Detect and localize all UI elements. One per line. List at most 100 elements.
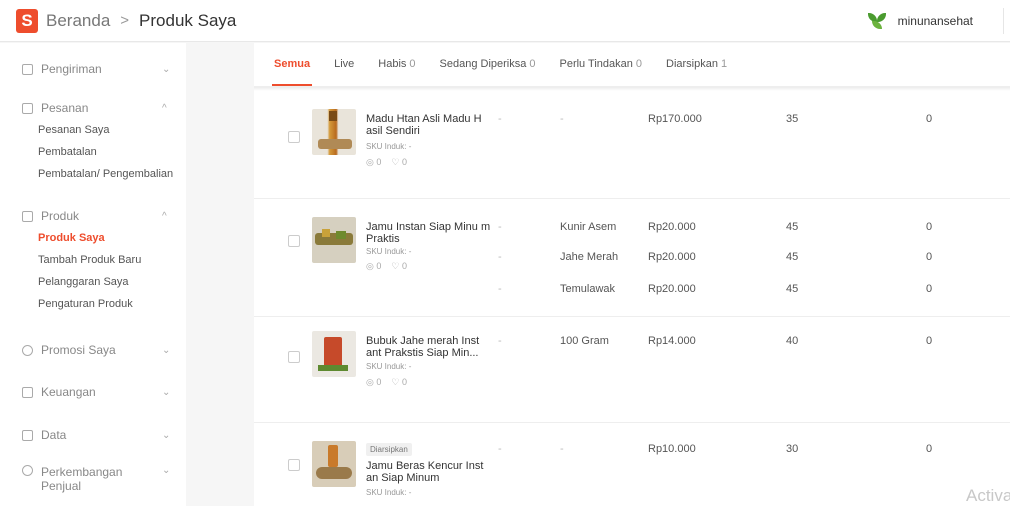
sidebar-item-produk-saya[interactable]: Produk Saya [0,227,186,249]
product-thumbnail[interactable] [312,217,356,263]
price-cell[interactable]: Rp20.000 [648,251,696,263]
tab-semua-label: Semua [274,58,311,70]
variant-cell: - [560,443,564,455]
sidebar-item-pembatalan[interactable]: Pembatalan [0,141,186,163]
nav-produk-header[interactable]: Produk ^ [0,205,186,227]
nav-promosi[interactable]: Promosi Saya ⌄ [0,339,186,361]
product-name[interactable]: Madu Htan Asli Madu H asil Sendiri [366,113,494,137]
tab-habis-count: 0 [409,58,416,70]
tab-live[interactable]: Live [334,42,354,86]
sidebar-item-pengaturan-produk[interactable]: Pengaturan Produk [0,293,186,315]
clipboard-icon [22,102,33,114]
product-sku: SKU Induk: - [366,142,412,151]
views-count: 0 [376,261,382,271]
nav-data[interactable]: Data ⌄ [0,424,186,446]
parent-sku-cell: - [498,113,502,125]
badge-icon [22,465,33,476]
product-list-panel: Semua Live Habis 0 Sedang Diperiksa 0 Perl… [254,43,1010,506]
tab-sedang-diperiksa[interactable]: Sedang Diperiksa 0 [440,42,536,86]
views-count: 0 [376,157,382,167]
box-icon [22,210,33,222]
product-checkbox[interactable] [288,235,300,247]
views-stat: ◎ 0 [366,377,381,388]
likes-count: 0 [401,377,407,387]
tab-perlu-tindakan[interactable]: Perlu Tindakan 0 [559,42,642,86]
product-thumbnail[interactable] [312,109,356,155]
heart-icon: ♡ [391,157,400,167]
product-stats: ◎ 0 ♡ 0 [366,377,407,388]
product-name[interactable]: Jamu Beras Kencur Inst an Siap Minum [366,460,494,484]
stock-cell[interactable]: 45 [786,283,798,295]
tab-habis[interactable]: Habis 0 [378,42,415,86]
price-cell[interactable]: Rp10.000 [648,443,696,455]
chevron-down-icon: ⌄ [162,63,171,75]
nav-pengiriman[interactable]: Pengiriman ⌄ [0,58,186,80]
variant-cell: Kunir Asem [560,221,617,233]
tab-habis-label: Habis [378,58,407,70]
nav-produk: Produk ^ Produk Saya Tambah Produk Baru … [0,205,186,315]
price-cell[interactable]: Rp170.000 [648,113,702,125]
sales-cell: 0 [926,221,933,233]
breadcrumb-home[interactable]: Beranda [46,11,110,31]
user-menu[interactable]: minunansehat [866,0,1010,42]
nav-perkembangan[interactable]: Perkembangan Penjual ⌄ [0,461,186,497]
tab-diarsipkan-count: 1 [720,58,728,70]
product-stats: ◎ 0 ♡ 0 [366,157,407,168]
product-name[interactable]: Jamu Instan Siap Minu m Praktis [366,221,494,245]
shopee-logo[interactable]: S [16,8,38,33]
product-name[interactable]: Bubuk Jahe merah Inst ant Prakstis Siap … [366,335,494,359]
likes-count: 0 [401,157,407,167]
product-thumbnail[interactable] [312,441,356,487]
tab-semua[interactable]: Semua [271,42,313,86]
heart-icon: ♡ [391,261,400,271]
stock-cell[interactable]: 35 [786,113,798,125]
likes-count: 0 [401,261,407,271]
sales-cell: 0 [926,335,933,347]
likes-stat: ♡ 0 [391,377,407,388]
header-divider [1003,8,1004,34]
box-icon [22,63,33,75]
stock-cell[interactable]: 30 [786,443,798,455]
sidebar-item-pelanggaran[interactable]: Pelanggaran Saya [0,271,186,293]
parent-sku-cell: - [498,251,502,263]
sales-cell: 0 [926,443,933,455]
product-row: Madu Htan Asli Madu H asil Sendiri SKU I… [254,91,1010,199]
variant-cell: Temulawak [560,283,616,295]
product-row: Diarsipkan Jamu Beras Kencur Inst an Sia… [254,423,1010,506]
likes-stat: ♡ 0 [391,261,407,272]
price-cell[interactable]: Rp20.000 [648,283,696,295]
breadcrumb-current: Produk Saya [139,10,237,30]
sales-cell: 0 [926,251,933,263]
product-checkbox[interactable] [288,459,300,471]
parent-sku-cell: - [498,335,502,347]
product-sku: SKU Induk: - [366,247,412,256]
stock-cell[interactable]: 45 [786,251,798,263]
nav-pesanan-header[interactable]: Pesanan ^ [0,97,186,119]
nav-pesanan: Pesanan ^ Pesanan Saya Pembatalan Pembat… [0,97,186,185]
status-tabs: Semua Live Habis 0 Sedang Diperiksa 0 Perl… [254,43,1010,87]
tab-diperiksa-count: 0 [529,58,536,70]
wallet-icon [22,386,33,398]
stock-cell[interactable]: 45 [786,221,798,233]
tab-diarsipkan[interactable]: Diarsipkan 1 [666,42,727,86]
tag-icon [22,344,33,356]
product-sku: SKU Induk: - [366,488,412,497]
parent-sku-cell: - [498,283,502,295]
price-cell[interactable]: Rp14.000 [648,335,696,347]
product-thumbnail[interactable] [312,331,356,377]
sidebar-item-tambah-produk[interactable]: Tambah Produk Baru [0,249,186,271]
price-cell[interactable]: Rp20.000 [648,221,696,233]
product-checkbox[interactable] [288,351,300,363]
shop-avatar[interactable] [866,11,888,31]
username[interactable]: minunansehat [898,14,973,28]
sidebar-item-pesanan-saya[interactable]: Pesanan Saya [0,119,186,141]
chevron-up-icon: ^ [162,210,167,222]
chevron-up-icon: ^ [162,102,167,114]
nav-keuangan[interactable]: Keuangan ⌄ [0,381,186,403]
stock-cell[interactable]: 40 [786,335,798,347]
chevron-down-icon: ⌄ [162,386,171,398]
sales-cell: 0 [926,283,933,295]
chevron-down-icon: ⌄ [162,429,171,441]
sidebar-item-pengembalian[interactable]: Pembatalan/ Pengembalian [0,163,186,185]
product-checkbox[interactable] [288,131,300,143]
